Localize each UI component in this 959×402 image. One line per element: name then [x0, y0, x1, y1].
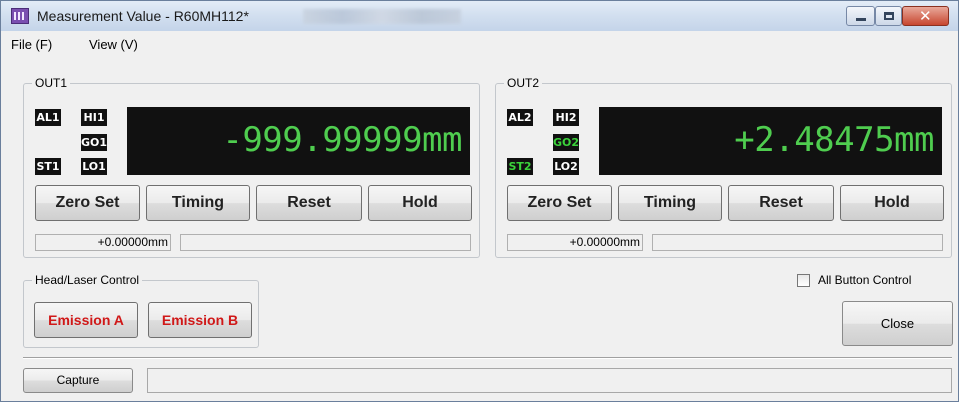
out1-message-field: [180, 234, 471, 251]
out2-display: +2.48475mm: [599, 107, 942, 175]
all-button-control-label[interactable]: All Button Control: [818, 273, 911, 287]
head-laser-legend: Head/Laser Control: [32, 273, 143, 287]
out1-display: -999.99999mm: [127, 107, 470, 175]
emission-b-button[interactable]: Emission B: [148, 302, 252, 338]
out2-value: +2.48475mm: [734, 120, 934, 160]
out1-reset-button[interactable]: Reset: [256, 185, 362, 221]
indicator-lo1: LO1: [81, 158, 107, 175]
indicator-st2: ST2: [507, 158, 533, 175]
out2-group: OUT2 AL2 HI2 GO2 ST2 LO2 +2.48475mm Zero…: [495, 76, 952, 258]
out2-timing-button[interactable]: Timing: [618, 185, 722, 221]
out1-legend: OUT1: [32, 76, 71, 90]
out1-zero-set-button[interactable]: Zero Set: [35, 185, 140, 221]
app-icon: [11, 8, 29, 24]
out2-offset-field: +0.00000mm: [507, 234, 643, 251]
all-button-control-checkbox[interactable]: [797, 274, 810, 287]
menu-bar: File (F) View (V): [1, 31, 958, 65]
title-bar[interactable]: Measurement Value - R60MH112* ✕: [1, 1, 958, 31]
redacted-title-part: [303, 9, 461, 24]
separator: [23, 357, 952, 359]
indicator-go2: GO2: [553, 134, 580, 151]
emission-a-button[interactable]: Emission A: [34, 302, 138, 338]
close-window-button[interactable]: ✕: [902, 6, 949, 26]
indicator-hi2: HI2: [553, 109, 579, 126]
out2-hold-button[interactable]: Hold: [840, 185, 944, 221]
maximize-button[interactable]: [875, 6, 902, 26]
indicator-lo2: LO2: [553, 158, 579, 175]
menu-file[interactable]: File (F): [11, 37, 52, 52]
out2-zero-set-button[interactable]: Zero Set: [507, 185, 612, 221]
out1-timing-button[interactable]: Timing: [146, 185, 250, 221]
out1-offset-field: +0.00000mm: [35, 234, 171, 251]
indicator-al2: AL2: [507, 109, 533, 126]
measurement-window: Measurement Value - R60MH112* ✕ File (F)…: [0, 0, 959, 402]
indicator-st1: ST1: [35, 158, 61, 175]
capture-status-field: [147, 368, 952, 393]
out1-hold-button[interactable]: Hold: [368, 185, 472, 221]
maximize-icon: [884, 12, 894, 20]
window-title: Measurement Value - R60MH112*: [37, 8, 249, 24]
close-icon: ✕: [919, 7, 932, 25]
capture-button[interactable]: Capture: [23, 368, 133, 393]
head-laser-group: Head/Laser Control Emission A Emission B: [23, 273, 259, 348]
out1-group: OUT1 AL1 HI1 GO1 ST1 LO1 -999.99999mm Ze…: [23, 76, 480, 258]
menu-view[interactable]: View (V): [89, 37, 138, 52]
minimize-button[interactable]: [846, 6, 875, 26]
close-button[interactable]: Close: [842, 301, 953, 346]
out2-message-field: [652, 234, 943, 251]
indicator-hi1: HI1: [81, 109, 107, 126]
minimize-icon: [856, 18, 866, 21]
indicator-al1: AL1: [35, 109, 61, 126]
out2-reset-button[interactable]: Reset: [728, 185, 834, 221]
out2-legend: OUT2: [504, 76, 543, 90]
indicator-go1: GO1: [81, 134, 108, 151]
out1-value: -999.99999mm: [222, 120, 462, 160]
